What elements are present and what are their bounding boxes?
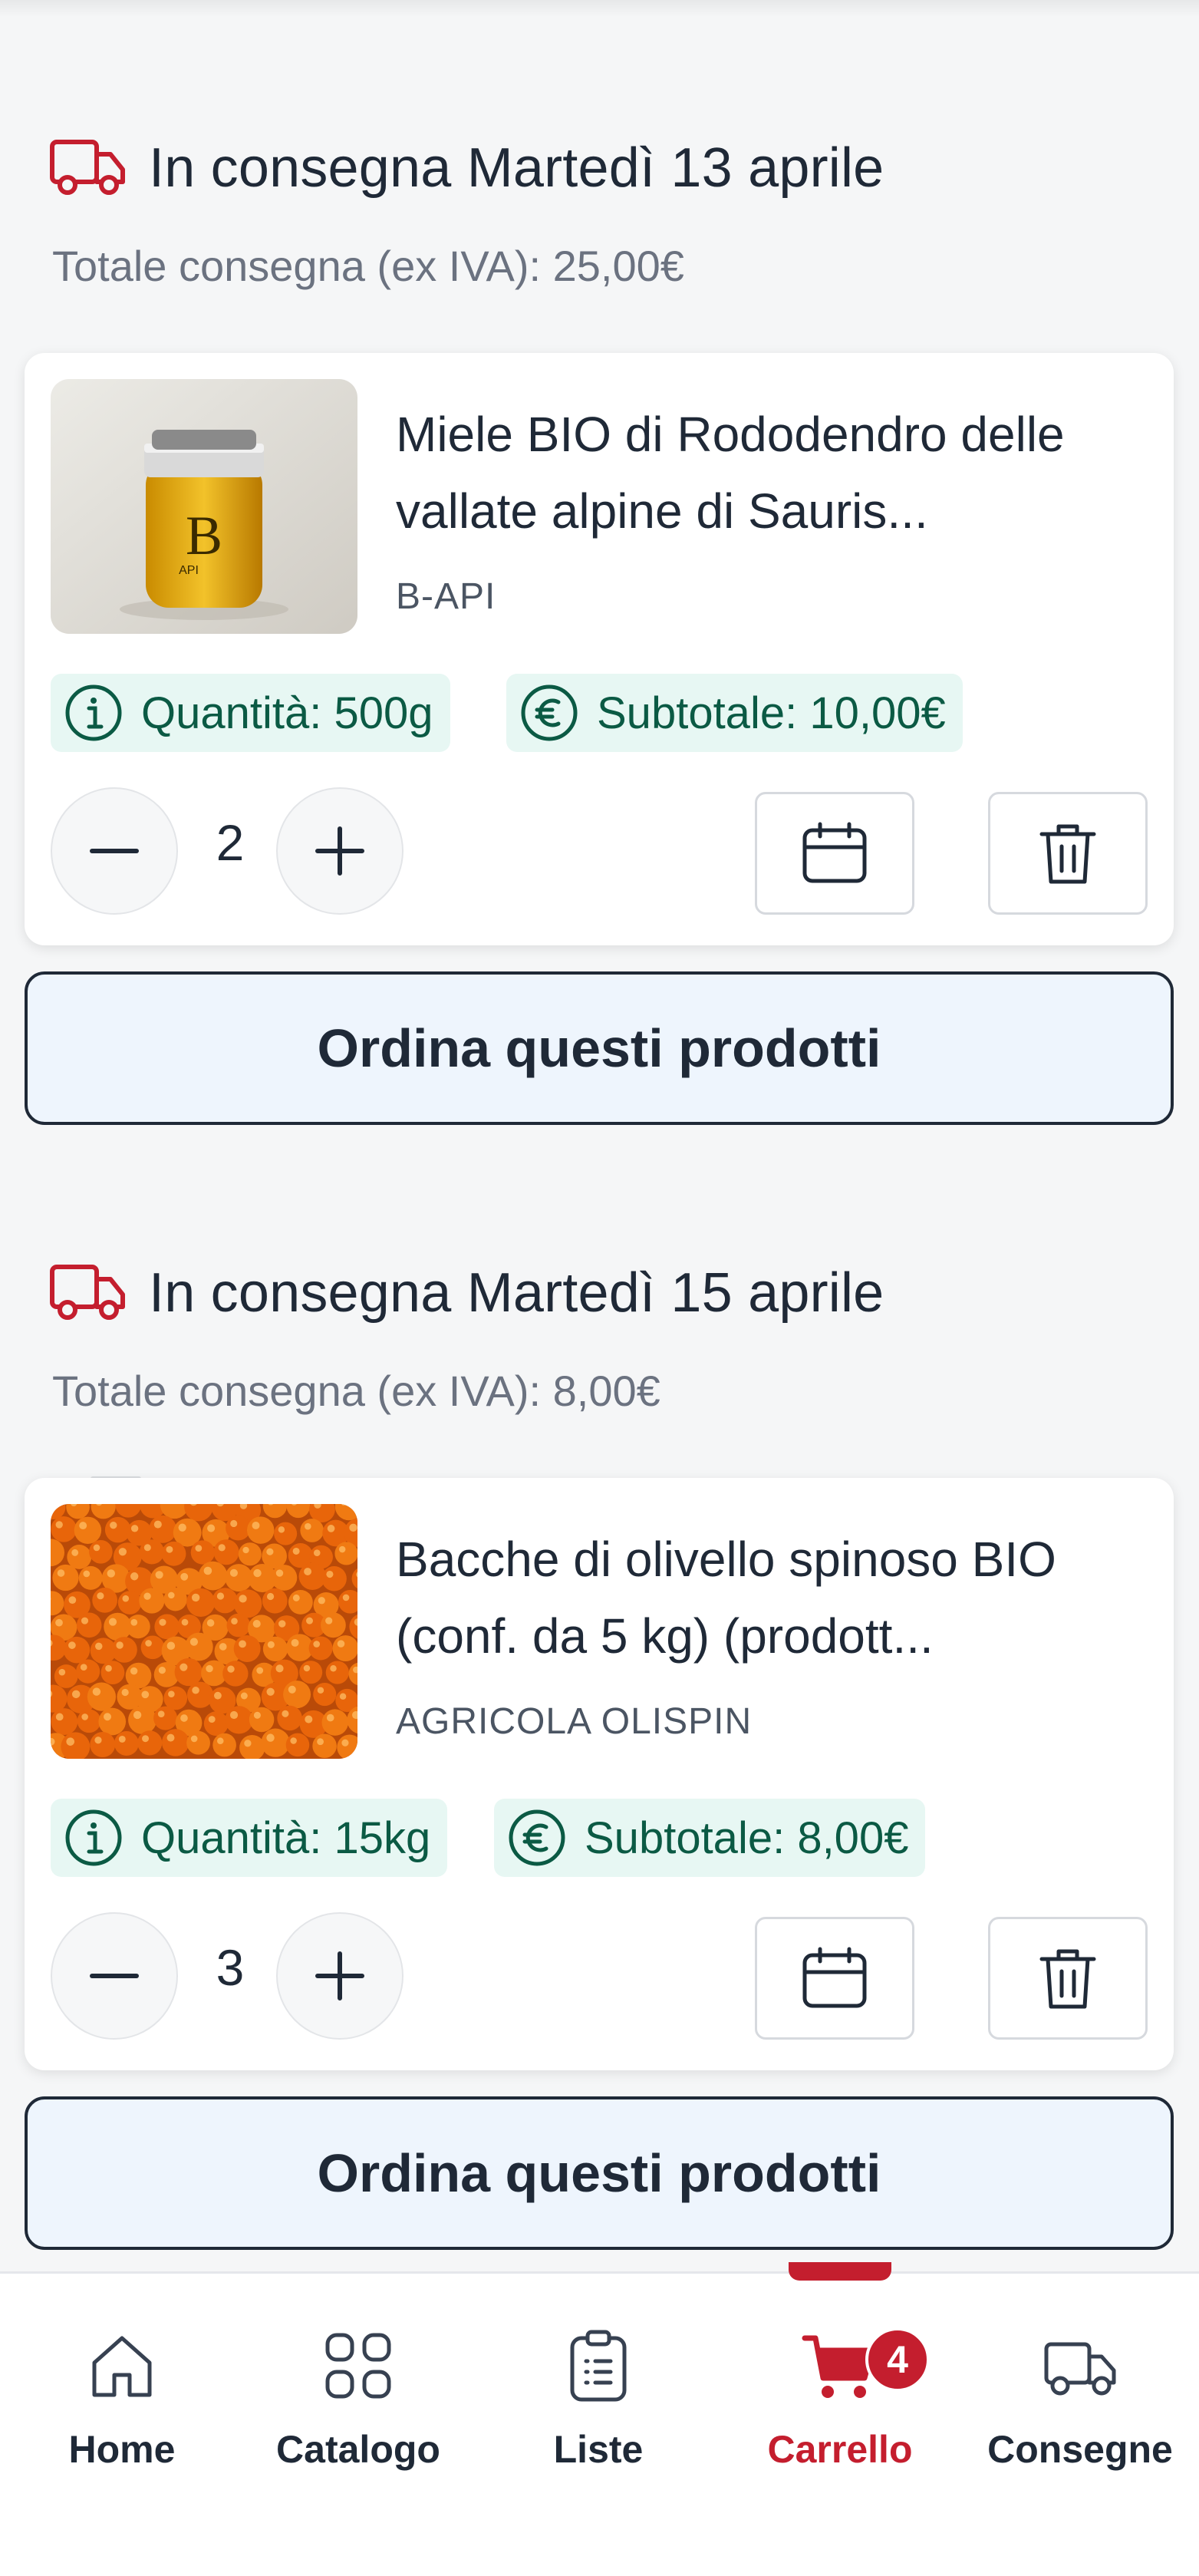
truck-icon [1044,2342,1116,2396]
increase-qty-button[interactable] [276,787,404,915]
decrease-qty-button[interactable] [51,1912,178,2040]
quantity-chip: Quantità: 15kg [51,1799,448,1877]
euro-icon [521,684,578,741]
truck-icon [50,1265,125,1320]
quantity-chip-label: Quantità: 500g [141,688,433,738]
subtotal-chip: Subtotale: 10,00€ [506,674,963,752]
minus-icon [90,849,139,853]
decrease-qty-button[interactable] [51,787,178,915]
minus-icon [90,1974,139,1978]
clipboard-icon [570,2330,627,2402]
delivery-title: In consegna Martedì 13 aprile [149,137,884,199]
plus-icon [315,826,364,876]
home-icon [92,2336,152,2397]
nav-item-liste[interactable]: Liste [483,2327,713,2472]
bottom-navigation: Home Catalogo Liste Carrello Consegne [0,2271,1199,2576]
plus-icon [315,1951,364,2000]
info-icon [65,1809,122,1866]
nav-label: Carrello [767,2428,913,2471]
cart-item-card: B API Miele BIO di Rododendro delle vall… [25,353,1174,945]
trash-icon [1039,1949,1096,2009]
quantity-value: 2 [216,814,245,871]
grid-icon [325,2333,391,2399]
subtotal-chip-label: Subtotale: 10,00€ [597,688,946,738]
product-image-honey[interactable]: B API [51,379,357,634]
trash-icon [1039,824,1096,884]
cart-page: In consegna Martedì 13 aprile Totale con… [0,0,1199,2576]
nav-label: Consegne [987,2428,1173,2471]
product-name[interactable]: Miele BIO di Rododendro delle vallate al… [396,396,1155,549]
cart-count-badge: 4 [865,2327,930,2392]
jar-logo-letter: B [186,505,222,566]
increase-qty-button[interactable] [276,1912,404,2040]
product-name[interactable]: Bacche di olivello spinoso BIO (conf. da… [396,1521,1155,1674]
nav-label: Home [68,2428,176,2471]
product-image-berries[interactable] [51,1504,357,1759]
nav-label: Liste [553,2428,644,2471]
calendar-icon [802,1947,867,2008]
active-tab-indicator [789,2262,891,2281]
delivery-header-2: In consegna Martedì 15 aprile [49,1262,884,1324]
nav-label: Catalogo [276,2428,440,2471]
euro-icon [509,1809,565,1866]
nav-item-consegne[interactable]: Consegne [965,2327,1195,2472]
delivery-total: Totale consegna (ex IVA): 25,00€ [52,242,684,290]
jar-logo-small: API [179,564,199,577]
quantity-value: 3 [216,1939,245,1996]
product-brand: B-API [396,576,496,617]
nav-item-catalogo[interactable]: Catalogo [243,2327,473,2472]
delivery-title: In consegna Martedì 15 aprile [149,1262,884,1324]
header-shadow [0,0,1199,17]
info-icon [65,684,122,741]
subtotal-chip: Subtotale: 8,00€ [494,1799,926,1877]
quantity-chip-label: Quantità: 15kg [141,1812,431,1863]
quantity-chip: Quantità: 500g [51,674,450,752]
delete-item-button[interactable] [988,792,1148,915]
order-products-button[interactable]: Ordina questi prodotti [25,2096,1174,2250]
product-brand: AGRICOLA OLISPIN [396,1701,753,1742]
delivery-total: Totale consegna (ex IVA): 8,00€ [52,1367,660,1415]
change-date-button[interactable] [755,1917,914,2040]
subtotal-chip-label: Subtotale: 8,00€ [585,1812,909,1863]
nav-item-home[interactable]: Home [7,2327,237,2472]
change-date-button[interactable] [755,792,914,915]
truck-icon [50,140,125,195]
calendar-icon [802,822,867,883]
cart-item-card: Bacche di olivello spinoso BIO (conf. da… [25,1478,1174,2070]
delivery-header-1: In consegna Martedì 13 aprile [49,137,884,200]
delete-item-button[interactable] [988,1917,1148,2040]
order-products-button[interactable]: Ordina questi prodotti [25,971,1174,1125]
